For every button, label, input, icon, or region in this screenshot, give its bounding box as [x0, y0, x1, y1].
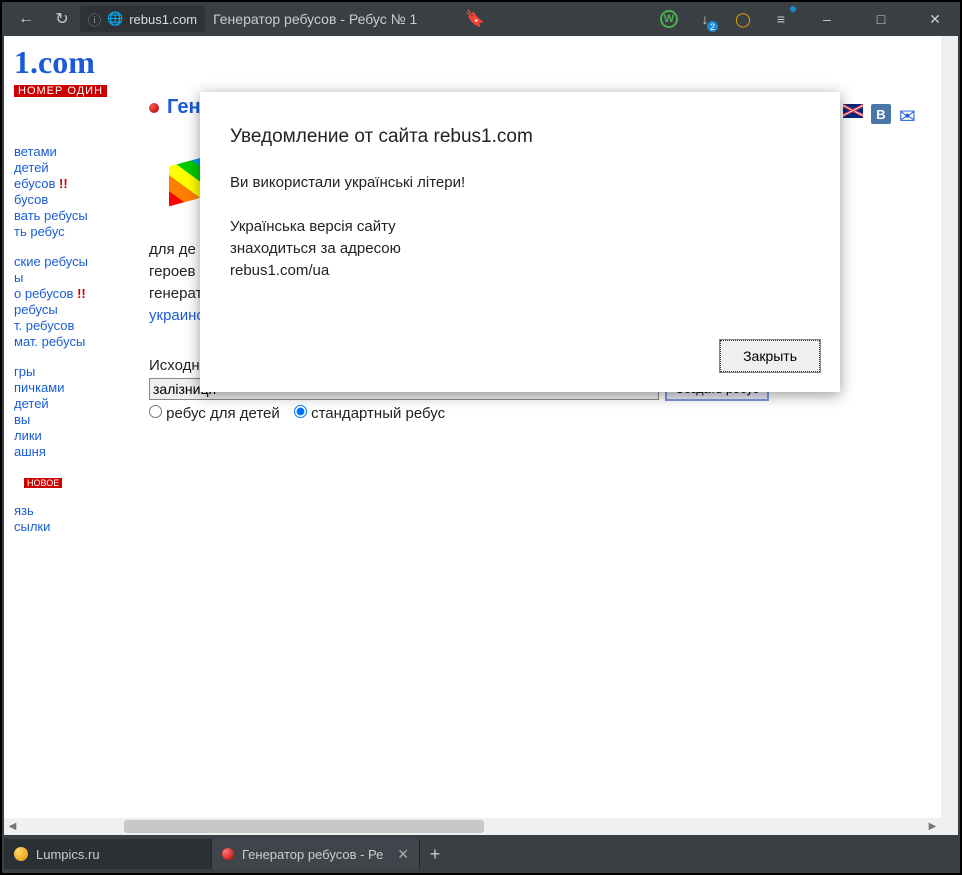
new-tab-button[interactable]: +	[420, 839, 450, 869]
site-logo[interactable]: 1.com	[4, 36, 941, 81]
scroll-right-icon[interactable]: ▶	[924, 818, 941, 835]
sidebar-item[interactable]: лики	[14, 428, 144, 444]
sidebar-item[interactable]: гры	[14, 364, 144, 380]
downloads-icon[interactable]: ↓2	[694, 8, 716, 30]
horizontal-scroll-thumb[interactable]	[124, 820, 484, 833]
tab-label: Lumpics.ru	[36, 847, 100, 862]
menu-icon[interactable]: ≡	[770, 8, 792, 30]
extension-icon[interactable]: ◯	[732, 8, 754, 30]
tab-lumpics[interactable]: Lumpics.ru	[4, 839, 212, 869]
sidebar-item[interactable]: мат. ребусы	[14, 334, 144, 350]
sidebar-item[interactable]: ребусы	[14, 302, 144, 318]
sidebar-item[interactable]: ть ребус	[14, 224, 144, 240]
radio-group: ребус для детей стандартный ребус	[149, 405, 931, 422]
sidebar-item[interactable]: пичками	[14, 380, 144, 396]
tab-label: Генератор ребусов - Ре	[242, 847, 383, 862]
tab-close-icon[interactable]: ✕	[397, 846, 409, 863]
sidebar-item[interactable]: язь	[14, 503, 144, 519]
sidebar-item[interactable]: сылки	[14, 519, 144, 535]
sidebar-item[interactable]: бусов	[14, 192, 144, 208]
sidebar-item[interactable]: детей	[14, 160, 144, 176]
content-area: 1.com НОМЕР ОДИН B ✉ ветами детей ебусов…	[4, 36, 958, 835]
lock-icon: 🌐	[107, 11, 123, 27]
sidebar-item[interactable]: ашня	[14, 444, 144, 460]
sidebar-item[interactable]: т. ребусов	[14, 318, 144, 334]
tab-rebus[interactable]: Генератор ребусов - Ре ✕	[212, 839, 420, 869]
page-viewport: 1.com НОМЕР ОДИН B ✉ ветами детей ебусов…	[4, 36, 941, 818]
sidebar-item[interactable]: детей	[14, 396, 144, 412]
new-badge: НОВОЕ	[24, 478, 62, 488]
bullet-icon	[149, 103, 159, 113]
back-button[interactable]: ←	[14, 7, 38, 31]
sidebar-item[interactable]: ы	[14, 270, 144, 286]
vertical-scrollbar[interactable]	[941, 36, 958, 818]
site-notification-dialog: Уведомление от сайта rebus1.com Ви викор…	[200, 92, 840, 392]
tab-bar: Lumpics.ru Генератор ребусов - Ре ✕ +	[4, 837, 958, 871]
dialog-title: Уведомление от сайта rebus1.com	[230, 126, 810, 148]
scroll-corner	[941, 818, 958, 835]
tab-favicon-icon	[14, 847, 28, 861]
minimize-button[interactable]: –	[808, 5, 846, 33]
address-bar[interactable]: ⓘ 🌐 rebus1.com	[80, 6, 205, 32]
url-domain: rebus1.com	[129, 12, 197, 27]
reload-button[interactable]: ↻	[50, 7, 74, 31]
sidebar-nav: ветами детей ебусов !! бусов вать ребусы…	[4, 96, 144, 535]
bookmark-icon[interactable]: 🔖	[463, 7, 487, 31]
close-button[interactable]: ✕	[916, 5, 954, 33]
horizontal-scrollbar[interactable]: ◀ ▶	[4, 818, 941, 835]
maximize-button[interactable]: □	[862, 5, 900, 33]
page-title: Генератор ребусов - Ребус № 1	[213, 11, 417, 27]
sidebar-item[interactable]: ские ребусы	[14, 254, 144, 270]
radio-children[interactable]: ребус для детей	[149, 405, 280, 422]
sidebar-item[interactable]: ветами	[14, 144, 144, 160]
site-info-icon: ⓘ	[88, 10, 101, 29]
wappalyzer-icon[interactable]: W	[660, 10, 678, 28]
dialog-body: Ви використали українські літери! Україн…	[230, 172, 810, 282]
dialog-close-button[interactable]: Закрыть	[720, 340, 820, 372]
tab-favicon-icon	[222, 848, 234, 860]
sidebar-item[interactable]: вы	[14, 412, 144, 428]
sidebar-item[interactable]: ебусов !!	[14, 176, 144, 192]
radio-standard[interactable]: стандартный ребус	[294, 405, 445, 422]
sidebar-item[interactable]: о ребусов !!	[14, 286, 144, 302]
browser-titlebar: ← ↻ ⓘ 🌐 rebus1.com Генератор ребусов - Р…	[2, 2, 960, 36]
sidebar-item[interactable]: вать ребусы	[14, 208, 144, 224]
scroll-left-icon[interactable]: ◀	[4, 818, 21, 835]
